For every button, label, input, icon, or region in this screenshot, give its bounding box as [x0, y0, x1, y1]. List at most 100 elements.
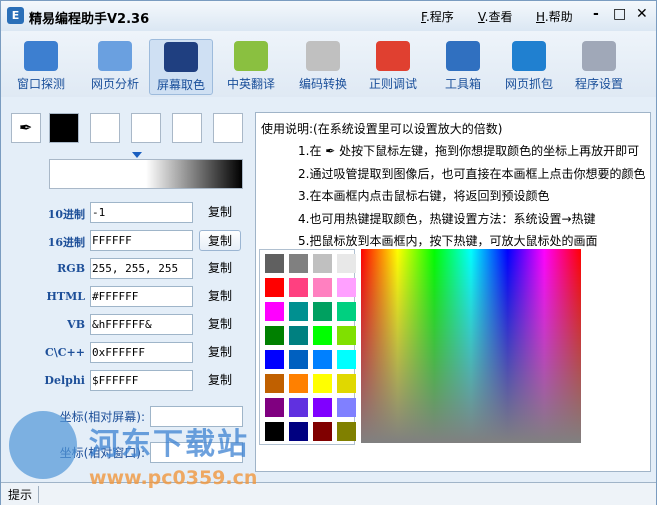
- copy-button[interactable]: 复制: [199, 370, 241, 391]
- palette-color-cell[interactable]: [313, 398, 332, 417]
- color-swatch[interactable]: [213, 113, 243, 143]
- tool-button-2[interactable]: 屏幕取色: [149, 39, 213, 95]
- brightness-gradient-bar[interactable]: [49, 159, 243, 189]
- color-value-field[interactable]: FFFFFF: [90, 230, 193, 251]
- palette-color-cell[interactable]: [313, 374, 332, 393]
- tool-button-8[interactable]: 程序设置: [567, 39, 631, 95]
- tool-label: 中英翻译: [226, 77, 275, 91]
- tool-label: 程序设置: [574, 77, 623, 91]
- copy-button[interactable]: 复制: [199, 230, 241, 251]
- copy-button[interactable]: 复制: [199, 314, 241, 335]
- tool-label: 网页分析: [90, 77, 139, 91]
- color-swatch[interactable]: [172, 113, 202, 143]
- color-value-field[interactable]: #FFFFFF: [90, 286, 193, 307]
- close-button[interactable]: ✕: [636, 6, 648, 22]
- menu-program[interactable]: F.程序: [421, 8, 454, 25]
- gradient-marker-icon[interactable]: [132, 152, 142, 158]
- palette-color-cell[interactable]: [313, 422, 332, 441]
- tool-button-7[interactable]: 网页抓包: [497, 39, 561, 95]
- help-line-5: 5.把鼠标放到本画框内，按下热键，可放大鼠标处的画面: [298, 234, 598, 248]
- tool-icon: [582, 41, 616, 71]
- color-swatch-current[interactable]: [49, 113, 79, 143]
- eyedropper-icon: ✒: [325, 144, 336, 158]
- help-line-2: 2.通过吸管提取到图像后，也可直接在本画框上点击你想要的颜色: [298, 167, 646, 181]
- tool-icon: [306, 41, 340, 71]
- palette-color-cell[interactable]: [289, 422, 308, 441]
- color-value-field[interactable]: 255, 255, 255: [90, 258, 193, 279]
- color-value-field[interactable]: 0xFFFFFF: [90, 342, 193, 363]
- palette-color-cell[interactable]: [265, 422, 284, 441]
- eyedropper-button[interactable]: ✒: [11, 113, 41, 143]
- palette-color-cell[interactable]: [289, 398, 308, 417]
- copy-button[interactable]: 复制: [199, 286, 241, 307]
- tool-icon: [512, 41, 546, 71]
- title-bar: E 精易编程助手V2.36 F.程序 V.查看 H.帮助 - □ ✕: [1, 1, 656, 31]
- palette-color-cell[interactable]: [337, 374, 356, 393]
- tool-label: 屏幕取色: [156, 78, 205, 92]
- palette-color-cell[interactable]: [337, 254, 356, 273]
- palette-color-cell[interactable]: [337, 278, 356, 297]
- toolbar: 窗口探测 网页分析 屏幕取色 中英翻译 编码转换 正则调试 工具箱 网页抓包 程序设置: [1, 31, 656, 97]
- field-label: 10进制: [47, 208, 85, 221]
- palette-color-cell[interactable]: [313, 302, 332, 321]
- eyedropper-icon: ✒: [19, 118, 33, 137]
- palette-color-cell[interactable]: [265, 302, 284, 321]
- palette-color-cell[interactable]: [289, 254, 308, 273]
- copy-button[interactable]: 复制: [199, 202, 241, 223]
- palette-color-cell[interactable]: [337, 350, 356, 369]
- palette-color-cell[interactable]: [265, 398, 284, 417]
- help-line-4: 4.也可用热键提取颜色，热键设置方法：系统设置→热键: [298, 212, 596, 226]
- palette-color-cell[interactable]: [289, 374, 308, 393]
- help-line-3: 3.在本画框内点击鼠标右键，将返回到预设颜色: [298, 189, 550, 203]
- palette-color-cell[interactable]: [265, 374, 284, 393]
- palette-color-cell[interactable]: [337, 422, 356, 441]
- status-text: 提示: [8, 486, 40, 503]
- watermark-name: 河东下载站: [89, 427, 249, 462]
- tool-label: 窗口探测: [16, 77, 65, 91]
- tool-button-3[interactable]: 中英翻译: [219, 39, 283, 95]
- palette-color-cell[interactable]: [289, 326, 308, 345]
- tool-icon: [234, 41, 268, 71]
- tool-button-6[interactable]: 工具箱: [431, 39, 495, 95]
- palette-color-cell[interactable]: [313, 254, 332, 273]
- maximize-button[interactable]: □: [613, 6, 626, 22]
- window-title: 精易编程助手V2.36: [29, 12, 150, 27]
- minimize-button[interactable]: -: [593, 6, 599, 22]
- palette-color-cell[interactable]: [265, 350, 284, 369]
- tool-button-4[interactable]: 编码转换: [291, 39, 355, 95]
- palette-color-cell[interactable]: [313, 326, 332, 345]
- palette-color-cell[interactable]: [289, 350, 308, 369]
- tool-icon: [164, 42, 198, 72]
- help-line-1: 1.在 ✒ 处按下鼠标左键，拖到你想提取颜色的坐标上再放开即可: [298, 144, 640, 158]
- tool-button-0[interactable]: 窗口探测: [9, 39, 73, 95]
- help-panel: 使用说明:(在系统设置里可以设置放大的倍数) 1.在 ✒ 处按下鼠标左键，拖到你…: [255, 112, 651, 472]
- palette-color-cell[interactable]: [265, 326, 284, 345]
- field-label: 16进制: [47, 236, 85, 249]
- color-swatch[interactable]: [131, 113, 161, 143]
- palette-color-cell[interactable]: [289, 278, 308, 297]
- palette-color-cell[interactable]: [337, 302, 356, 321]
- tool-icon: [376, 41, 410, 71]
- palette-color-cell[interactable]: [313, 350, 332, 369]
- preset-color-palette: [259, 249, 356, 445]
- menu-view[interactable]: V.查看: [478, 8, 513, 25]
- palette-color-cell[interactable]: [337, 398, 356, 417]
- tool-button-5[interactable]: 正则调试: [361, 39, 425, 95]
- color-value-field[interactable]: -1: [90, 202, 193, 223]
- palette-color-cell[interactable]: [289, 302, 308, 321]
- copy-button[interactable]: 复制: [199, 342, 241, 363]
- tool-icon: [24, 41, 58, 71]
- color-value-field[interactable]: &hFFFFFF&: [90, 314, 193, 335]
- field-label: C\C++: [45, 346, 85, 359]
- field-label: HTML: [46, 290, 86, 303]
- palette-color-cell[interactable]: [265, 278, 284, 297]
- palette-color-cell[interactable]: [337, 326, 356, 345]
- color-spectrum[interactable]: [361, 249, 581, 443]
- copy-button[interactable]: 复制: [199, 258, 241, 279]
- tool-button-1[interactable]: 网页分析: [83, 39, 147, 95]
- menu-help[interactable]: H.帮助: [536, 8, 573, 25]
- palette-color-cell[interactable]: [313, 278, 332, 297]
- palette-color-cell[interactable]: [265, 254, 284, 273]
- color-swatch[interactable]: [90, 113, 120, 143]
- color-value-field[interactable]: $FFFFFF: [90, 370, 193, 391]
